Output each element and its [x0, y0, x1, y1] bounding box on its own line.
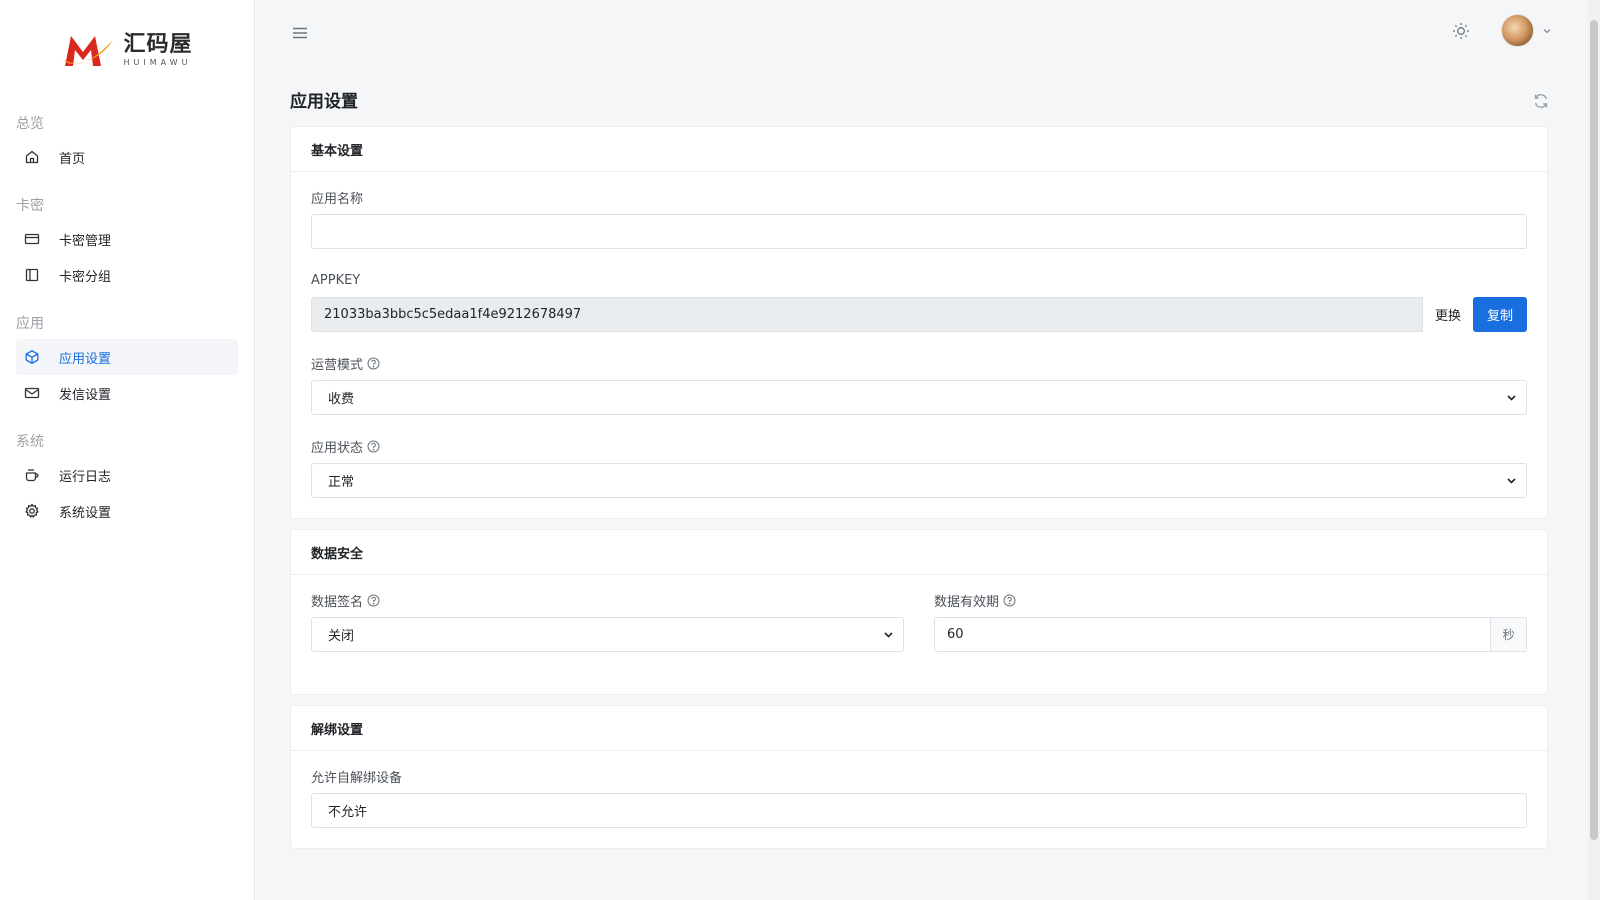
sidebar-item-run-logs[interactable]: 运行日志 [16, 457, 238, 493]
data-security-card: 数据安全 数据签名 关闭 数据有效期 60 秒 [290, 529, 1548, 695]
seconds-unit-addon: 秒 [1491, 617, 1527, 652]
operation-mode-select[interactable]: 收费 [311, 380, 1527, 415]
sidebar-item-system-settings[interactable]: 系统设置 [16, 493, 238, 529]
copy-appkey-button[interactable]: 复制 [1472, 297, 1527, 332]
sidebar-item-label: 发信设置 [59, 387, 112, 403]
main-content: 应用设置 基本设置 应用名称 APPKEY 更换 复制 [255, 0, 1600, 900]
card-title: 数据安全 [291, 530, 1547, 575]
app-name-label: 应用名称 [311, 191, 364, 207]
sidebar-item-label: 首页 [59, 151, 86, 167]
sidebar-item-card-groups[interactable]: 卡密分组 [16, 257, 238, 293]
app-status-select[interactable]: 正常 [311, 463, 1527, 498]
nav-section-overview: 总览 [16, 116, 44, 132]
operation-mode-label: 运营模式 [311, 357, 364, 373]
gear-icon [24, 503, 40, 519]
nav-section-system: 系统 [16, 434, 44, 450]
sidebar-item-label: 应用设置 [59, 351, 112, 367]
refresh-icon[interactable] [1532, 92, 1550, 110]
data-validity-label: 数据有效期 [934, 594, 1000, 610]
chevron-down-icon[interactable] [1542, 26, 1552, 36]
card-icon [24, 231, 40, 247]
appkey-input[interactable] [311, 297, 1423, 332]
mail-icon [24, 385, 40, 401]
cup-icon [24, 467, 40, 483]
page-title: 应用设置 [290, 91, 358, 112]
nav-section-cards: 卡密 [16, 198, 44, 214]
app-name-input[interactable] [311, 214, 1527, 249]
box-icon [24, 349, 40, 365]
sidebar-item-card-management[interactable]: 卡密管理 [16, 221, 238, 257]
sidebar-item-label: 运行日志 [59, 469, 112, 485]
data-validity-input[interactable] [934, 617, 1492, 652]
sun-icon[interactable] [1451, 21, 1471, 41]
home-icon [24, 149, 40, 165]
sidebar-panel-icon [24, 267, 40, 283]
brand-name-en: HUIMAWU [123, 57, 192, 67]
nav-section-apps: 应用 [16, 316, 44, 332]
sidebar-item-app-settings[interactable]: 应用设置 [16, 339, 238, 375]
help-circle-icon[interactable] [367, 594, 380, 607]
chevron-down-icon [1506, 392, 1517, 403]
scrollbar-thumb[interactable] [1590, 20, 1598, 840]
avatar[interactable] [1501, 14, 1534, 47]
replace-appkey-button[interactable]: 更换 [1422, 297, 1473, 332]
sidebar-item-label: 卡密分组 [59, 269, 112, 285]
data-sign-label: 数据签名 [311, 594, 364, 610]
help-circle-icon[interactable] [367, 357, 380, 370]
brand-logo-icon [63, 35, 114, 66]
self-unbind-select[interactable]: 不允许 [311, 793, 1527, 828]
sidebar-item-home[interactable]: 首页 [16, 139, 238, 175]
chevron-down-icon [883, 629, 894, 640]
sidebar-item-mail-settings[interactable]: 发信设置 [16, 375, 238, 411]
chevron-down-icon [1506, 475, 1517, 486]
page-header: 应用设置 [255, 66, 1600, 126]
hamburger-menu-icon[interactable] [290, 23, 310, 43]
help-circle-icon[interactable] [367, 440, 380, 453]
brand-logo[interactable]: 汇码屋 HUIMAWU [0, 0, 254, 95]
card-title: 解绑设置 [291, 706, 1547, 751]
card-title: 基本设置 [291, 127, 1547, 172]
unbind-settings-card: 解绑设置 允许自解绑设备 不允许 [290, 705, 1548, 849]
data-sign-select[interactable]: 关闭 [311, 617, 904, 652]
app-status-label: 应用状态 [311, 440, 364, 456]
sidebar-item-label: 卡密管理 [59, 233, 112, 249]
basic-settings-card: 基本设置 应用名称 APPKEY 更换 复制 运营模式 [290, 126, 1548, 519]
self-unbind-label: 允许自解绑设备 [311, 770, 403, 786]
help-circle-icon[interactable] [1003, 594, 1016, 607]
sidebar: 汇码屋 HUIMAWU 总览 首页 卡密 卡密管理 卡密分组 应用 应用设置 发… [0, 0, 255, 900]
sidebar-item-label: 系统设置 [59, 505, 112, 521]
vertical-scrollbar[interactable] [1588, 0, 1600, 900]
topbar [255, 0, 1600, 66]
brand-name-cn: 汇码屋 [123, 30, 193, 57]
appkey-label: APPKEY [311, 272, 361, 288]
